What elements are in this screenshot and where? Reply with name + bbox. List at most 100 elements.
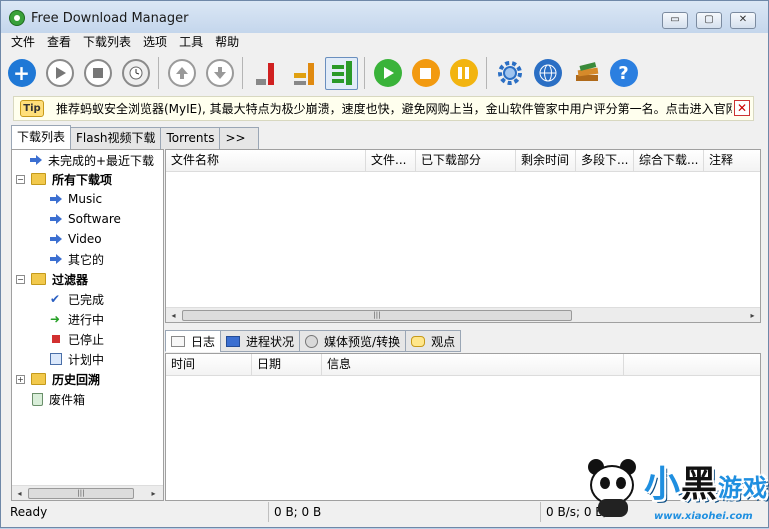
column-comment[interactable]: 注释 — [704, 150, 760, 172]
tab-opinions[interactable]: 观点 — [405, 330, 462, 352]
watermark-url: www.xiaohei.com — [654, 511, 753, 522]
tree-item-completed[interactable]: ✔ 已完成 — [50, 289, 104, 309]
traffic-high-button[interactable] — [325, 56, 358, 90]
tab-media-preview[interactable]: 媒体预览/转换 — [299, 330, 407, 352]
scroll-right-icon[interactable]: ▸ — [146, 486, 161, 500]
red-stop-icon — [52, 335, 60, 343]
tree-item-other[interactable]: 其它的 — [50, 249, 104, 269]
scroll-thumb[interactable]: ||| — [28, 488, 134, 499]
scroll-left-icon[interactable]: ◂ — [166, 308, 181, 322]
media-reel-icon — [305, 334, 319, 348]
toolbar-separator — [364, 57, 365, 89]
category-tree: 未完成的+最近下载 − 所有下载项 Music Software Video 其… — [11, 149, 164, 501]
traffic-low-icon — [255, 63, 274, 85]
tree-item-label: 历史回溯 — [52, 372, 101, 387]
column-file-size[interactable]: 文件... — [366, 150, 416, 172]
download-arrow-icon — [50, 234, 62, 244]
move-down-button[interactable] — [203, 57, 236, 90]
tab-flash-video[interactable]: Flash视频下载 — [70, 127, 162, 149]
column-log-time[interactable]: 时间 — [166, 354, 252, 376]
menu-help[interactable]: 帮助 — [209, 33, 245, 53]
expand-toggle[interactable]: + — [16, 374, 25, 384]
pause-all-button[interactable] — [447, 57, 480, 90]
tree-item-label: 计划中 — [68, 352, 105, 367]
info-tabs: 日志 进程状况 媒体预览/转换 观点 — [165, 330, 462, 354]
tree-item-in-progress[interactable]: ➜ 进行中 — [50, 309, 104, 329]
tab-log[interactable]: 日志 — [165, 330, 222, 352]
menu-view[interactable]: 查看 — [41, 33, 77, 53]
tree-item-video[interactable]: Video — [50, 229, 102, 249]
tree-item-music[interactable]: Music — [50, 189, 102, 209]
move-down-icon — [205, 59, 234, 87]
toolbar-separator — [486, 57, 487, 89]
checkmark-icon: ✔ — [50, 292, 61, 306]
scroll-right-icon[interactable]: ▸ — [745, 308, 760, 322]
title-bar[interactable]: Free Download Manager ▭ ▢ ✕ — [1, 1, 768, 33]
tutorial-books-button[interactable] — [569, 57, 602, 90]
collapse-toggle[interactable]: − — [16, 274, 25, 284]
menu-tools[interactable]: 工具 — [173, 33, 209, 53]
traffic-low-button[interactable] — [249, 57, 282, 90]
traffic-medium-button[interactable] — [287, 57, 320, 90]
window-title: Free Download Manager — [31, 11, 189, 26]
tab-downloads[interactable]: 下载列表 — [11, 125, 72, 149]
tip-close-button[interactable]: ✕ — [734, 100, 750, 116]
tree-item-label: Music — [68, 192, 103, 206]
tree-item-history[interactable]: + 历史回溯 — [16, 369, 100, 389]
tip-banner[interactable]: Tip 推荐蚂蚁安全浏览器(MyIE), 其最大特点为极少崩溃，速度也快，避免网… — [13, 96, 754, 121]
stop-button[interactable] — [81, 57, 114, 90]
tree-horizontal-scrollbar[interactable]: ◂ ||| ▸ — [12, 485, 163, 500]
close-button[interactable]: ✕ — [730, 12, 756, 29]
collapse-toggle[interactable]: − — [16, 174, 25, 184]
column-speed[interactable]: 综合下载... — [634, 150, 704, 172]
column-file-name[interactable]: 文件名称 — [166, 150, 366, 172]
tree-item-label: 已完成 — [68, 292, 105, 307]
tree-item-recent[interactable]: 未完成的+最近下载 — [30, 150, 154, 170]
tree-item-software[interactable]: Software — [50, 209, 121, 229]
tree-item-trash[interactable]: 废件箱 — [32, 389, 85, 409]
list-horizontal-scrollbar[interactable]: ◂ ||| ▸ — [166, 307, 760, 322]
settings-button[interactable] — [493, 57, 526, 90]
tree-item-stopped[interactable]: 已停止 — [50, 329, 104, 349]
column-log-date[interactable]: 日期 — [252, 354, 322, 376]
column-sections[interactable]: 多段下... — [576, 150, 634, 172]
tab-more[interactable]: >> — [219, 127, 260, 149]
restore-button[interactable]: ▢ — [696, 12, 722, 29]
tab-torrents[interactable]: Torrents — [160, 127, 221, 149]
scheduler-button[interactable] — [119, 57, 152, 90]
move-up-icon — [167, 59, 196, 87]
tip-text[interactable]: 推荐蚂蚁安全浏览器(MyIE), 其最大特点为极少崩溃，速度也快，避免网购上当，… — [56, 100, 732, 117]
menu-file[interactable]: 文件 — [5, 33, 41, 53]
tab-progress[interactable]: 进程状况 — [220, 330, 301, 352]
tree-item-filters[interactable]: − 过滤器 — [16, 269, 88, 289]
scroll-left-icon[interactable]: ◂ — [12, 486, 27, 500]
help-button[interactable]: ? — [607, 57, 640, 90]
toolbar-separator — [242, 57, 243, 89]
folder-icon — [31, 273, 46, 285]
scroll-thumb[interactable]: ||| — [182, 310, 572, 321]
move-up-button[interactable] — [165, 57, 198, 90]
start-button[interactable] — [43, 57, 76, 90]
menu-options[interactable]: 选项 — [137, 33, 173, 53]
download-list[interactable]: 文件名称 文件... 已下载部分 剩余时间 多段下... 综合下载... 注释 … — [165, 149, 761, 323]
folder-icon — [31, 373, 46, 385]
site-manager-button[interactable] — [531, 57, 564, 90]
download-arrow-icon — [50, 194, 62, 204]
tree-item-label: Video — [68, 232, 102, 246]
books-icon — [575, 62, 598, 81]
column-time-left[interactable]: 剩余时间 — [516, 150, 576, 172]
tree-item-scheduled[interactable]: 计划中 — [50, 349, 104, 369]
download-arrow-icon — [50, 214, 62, 224]
tree-item-all-downloads[interactable]: − 所有下载项 — [16, 169, 112, 189]
add-download-button[interactable]: + — [5, 57, 38, 90]
minimize-button[interactable]: ▭ — [662, 12, 688, 29]
column-log-blank — [624, 354, 760, 376]
main-tabs: 下载列表 Flash视频下载 Torrents >> — [11, 125, 260, 149]
recycle-bin-icon — [32, 392, 43, 406]
column-log-info[interactable]: 信息 — [322, 354, 624, 376]
menu-download-list[interactable]: 下载列表 — [77, 33, 137, 53]
start-all-button[interactable] — [371, 57, 404, 90]
column-downloaded[interactable]: 已下载部分 — [416, 150, 516, 172]
app-logo-icon — [9, 10, 25, 26]
stop-all-button[interactable] — [409, 57, 442, 90]
